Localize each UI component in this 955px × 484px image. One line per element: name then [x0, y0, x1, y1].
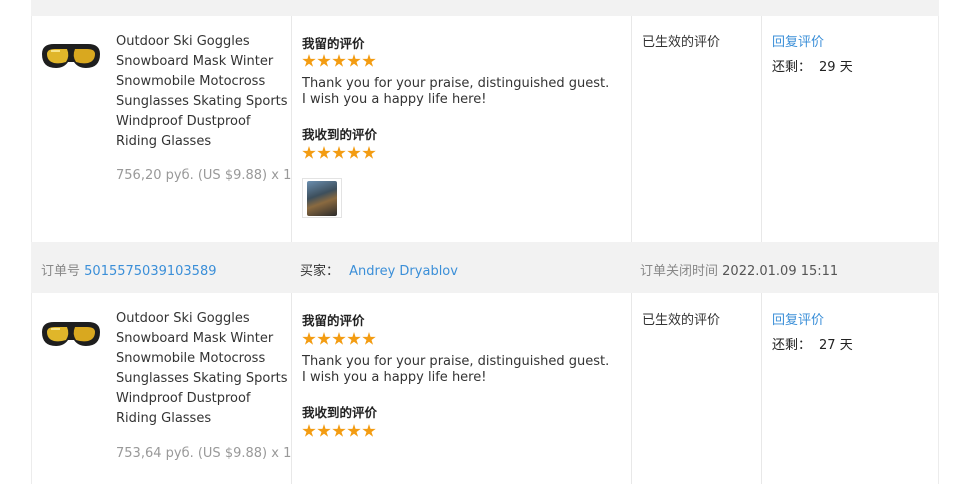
remaining-days: 还剩： 27 天 [772, 334, 853, 353]
remaining-days-value: 29 天 [819, 60, 853, 75]
order-review-row: Outdoor Ski Goggles Snowboard Mask Winte… [31, 293, 939, 484]
reply-review-link[interactable]: 回复评价 [772, 31, 824, 50]
order-number: 订单号 5015575039103589 [41, 260, 217, 279]
star-icon [302, 146, 316, 159]
star-icon [362, 146, 376, 159]
product-title[interactable]: Outdoor Ski Goggles Snowboard Mask Winte… [116, 32, 288, 152]
star-icon [347, 146, 361, 159]
ski-goggles-thumbnail[interactable] [40, 40, 102, 74]
status-cell: 已生效的评价 [631, 293, 762, 484]
reply-review-link[interactable]: 回复评价 [772, 309, 824, 328]
action-cell: 回复评价 还剩： 29 天 [761, 16, 941, 242]
previous-order-footer [31, 0, 939, 16]
star-icon [317, 146, 331, 159]
my-review-stars [302, 332, 376, 346]
product-price: 753,64 руб. (US $9.88) x 1 [116, 446, 292, 461]
order-number-link[interactable]: 5015575039103589 [84, 264, 216, 279]
star-icon [332, 332, 346, 345]
star-icon [362, 424, 376, 437]
received-review-heading: 我收到的评价 [302, 405, 378, 420]
close-time-value: 2022.01.09 15:11 [722, 264, 839, 279]
remaining-days: 还剩： 29 天 [772, 56, 853, 75]
star-icon [332, 54, 346, 67]
review-status: 已生效的评价 [642, 313, 721, 328]
product-price: 756,20 руб. (US $9.88) x 1 [116, 168, 292, 183]
star-icon [347, 54, 361, 67]
star-icon [317, 54, 331, 67]
my-review-text: Thank you for your praise, distinguished… [302, 354, 610, 385]
star-icon [362, 332, 376, 345]
received-review-stars [302, 146, 376, 160]
review-status: 已生效的评价 [642, 35, 721, 50]
ski-goggles-thumbnail[interactable] [40, 318, 102, 352]
my-review-stars [302, 54, 376, 68]
star-icon [317, 424, 331, 437]
star-icon [302, 332, 316, 345]
buyer-label: 买家： [300, 264, 340, 279]
status-cell: 已生效的评价 [631, 16, 762, 242]
product-cell: Outdoor Ski Goggles Snowboard Mask Winte… [32, 293, 291, 484]
product-title[interactable]: Outdoor Ski Goggles Snowboard Mask Winte… [116, 309, 288, 429]
star-icon [347, 424, 361, 437]
star-icon [332, 424, 346, 437]
remaining-label: 还剩： [772, 338, 812, 353]
photo-image [307, 181, 337, 216]
star-icon [347, 332, 361, 345]
star-icon [302, 54, 316, 67]
star-icon [317, 332, 331, 345]
order-header: 订单号 5015575039103589 买家： Andrey Dryablov… [31, 242, 939, 293]
my-review-heading: 我留的评价 [302, 313, 365, 328]
close-time-label: 订单关闭时间 [640, 264, 719, 279]
product-cell: Outdoor Ski Goggles Snowboard Mask Winte… [32, 16, 291, 242]
buyer-name-link[interactable]: Andrey Dryablov [349, 264, 458, 279]
star-icon [362, 54, 376, 67]
received-review-stars [302, 424, 376, 438]
my-review-text: Thank you for your praise, distinguished… [302, 76, 610, 107]
order-review-row: Outdoor Ski Goggles Snowboard Mask Winte… [31, 16, 939, 242]
star-icon [332, 146, 346, 159]
remaining-days-value: 27 天 [819, 338, 853, 353]
action-cell: 回复评价 还剩： 27 天 [761, 293, 941, 484]
order-closed-time: 订单关闭时间 2022.01.09 15:11 [640, 260, 838, 279]
my-review-heading: 我留的评价 [302, 36, 365, 51]
received-review-heading: 我收到的评价 [302, 127, 378, 142]
star-icon [302, 424, 316, 437]
review-cell: 我留的评价 Thank you for your praise, disting… [291, 293, 632, 484]
review-photo-thumbnail[interactable] [302, 178, 342, 218]
remaining-label: 还剩： [772, 60, 812, 75]
buyer-info: 买家： Andrey Dryablov [300, 260, 458, 279]
review-cell: 我留的评价 Thank you for your praise, disting… [291, 16, 632, 242]
order-number-label: 订单号 [41, 264, 81, 279]
reviews-list: Outdoor Ski Goggles Snowboard Mask Winte… [31, 0, 939, 484]
